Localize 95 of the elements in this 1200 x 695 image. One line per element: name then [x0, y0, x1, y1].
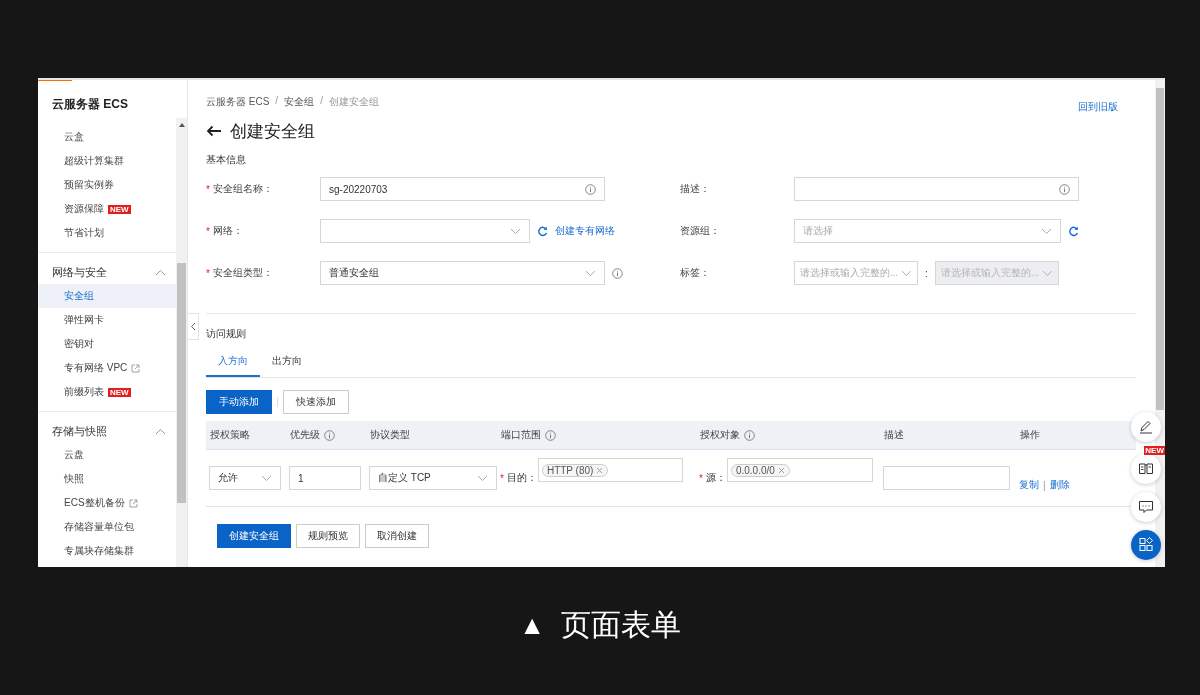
- breadcrumb-link[interactable]: 安全组: [284, 95, 315, 109]
- required-mark: *: [206, 183, 210, 195]
- select-field[interactable]: 普通安全组: [320, 261, 605, 285]
- chat-button[interactable]: [1131, 492, 1161, 522]
- new-badge: NEW: [108, 204, 131, 214]
- sidebar-item[interactable]: ECS整机备份: [38, 491, 176, 515]
- sidebar-group[interactable]: 存储与快照: [38, 419, 176, 443]
- sidebar-item[interactable]: 快照: [38, 467, 176, 491]
- breadcrumb-separator: /: [275, 95, 279, 108]
- book-button[interactable]: [1131, 454, 1161, 484]
- select-field[interactable]: [320, 219, 530, 243]
- column-header: 描述: [884, 428, 904, 442]
- select-field[interactable]: 自定义 TCP: [369, 466, 497, 490]
- required-mark: *: [699, 472, 703, 484]
- tag: 0.0.0.0/0: [730, 463, 790, 477]
- sidebar-item[interactable]: 超级计算集群: [38, 149, 176, 173]
- secondary-button[interactable]: 取消创建: [365, 524, 429, 548]
- sidebar-item[interactable]: 密钥对: [38, 332, 176, 356]
- column-header: 协议类型: [370, 428, 410, 442]
- triangle-icon: ▲: [519, 610, 545, 641]
- tag-input-field[interactable]: 0.0.0.0/0: [726, 458, 873, 482]
- sidebar-item[interactable]: 专属块存储集群: [38, 539, 176, 563]
- new-badge: NEW: [1144, 446, 1165, 455]
- sidebar-item[interactable]: 资源保障 NEW: [38, 197, 176, 221]
- field-label: 标签：: [680, 266, 710, 280]
- back-arrow-icon: [206, 125, 222, 137]
- sidebar-item[interactable]: 云盒: [38, 125, 176, 149]
- chat-icon: [1137, 498, 1155, 516]
- apps-icon: [1137, 536, 1155, 554]
- pencil-button[interactable]: [1131, 412, 1161, 442]
- tab[interactable]: 出方向: [260, 350, 314, 375]
- sidebar-item[interactable]: 安全组: [38, 284, 176, 308]
- new-badge: NEW: [108, 387, 131, 397]
- chevron-down-icon: [585, 269, 596, 277]
- section-heading: 访问规则: [206, 327, 247, 341]
- chevron-down-icon: [510, 227, 521, 235]
- sidebar-title: 云服务器 ECS: [51, 96, 129, 113]
- close-icon: [777, 466, 785, 474]
- column-header: 端口范围: [501, 428, 541, 442]
- sidebar-item[interactable]: 云盘: [38, 443, 176, 467]
- secondary-button[interactable]: 规则预览: [296, 524, 360, 548]
- scrollbar[interactable]: [176, 118, 187, 567]
- sidebar-item[interactable]: 节省计划: [38, 221, 176, 245]
- sidebar-item[interactable]: 专有网络 VPC: [38, 356, 176, 380]
- sidebar-item[interactable]: 弹性网卡: [38, 308, 176, 332]
- column-header: 授权对象: [700, 428, 740, 442]
- column-header: 授权策略: [210, 428, 250, 442]
- sidebar-item[interactable]: 存储容量单位包: [38, 515, 176, 539]
- sidebar-item[interactable]: 预留实例券: [38, 173, 176, 197]
- required-mark: *: [206, 225, 210, 237]
- apps-button[interactable]: [1131, 530, 1161, 560]
- pencil-icon: [1137, 418, 1155, 436]
- tag-input-field[interactable]: HTTP (80): [537, 458, 683, 482]
- chevron-down-icon: [1042, 269, 1053, 277]
- field-label: 目的：: [506, 471, 537, 485]
- sidebar-item[interactable]: 前缀列表 NEW: [38, 380, 176, 404]
- select-field[interactable]: 允许: [209, 466, 281, 490]
- chevron-down-icon: [901, 269, 912, 277]
- section-heading: 基本信息: [206, 153, 247, 167]
- column-header: 优先级: [290, 428, 320, 442]
- breadcrumb-link[interactable]: 云服务器 ECS: [206, 95, 270, 109]
- quick-add-button[interactable]: 快速添加: [283, 390, 349, 414]
- input-field[interactable]: [794, 177, 1079, 201]
- create-vpc-link[interactable]: 创建专有网络: [555, 224, 615, 238]
- chevron-down-icon: [477, 474, 488, 482]
- old-version-link[interactable]: 回到旧版: [1078, 100, 1118, 114]
- submit-button[interactable]: 创建安全组: [217, 524, 291, 548]
- field-label: 网络：: [212, 224, 243, 238]
- separator: |: [1043, 479, 1046, 491]
- column-header: 操作: [1020, 428, 1040, 442]
- chevron-down-icon: [261, 474, 272, 482]
- tab[interactable]: 入方向: [206, 350, 260, 377]
- priority-field[interactable]: 1: [289, 466, 361, 490]
- field-label: 安全组名称：: [212, 182, 273, 196]
- required-mark: *: [500, 472, 504, 484]
- page-title: 创建安全组: [230, 120, 315, 143]
- add-button[interactable]: 手动添加: [206, 390, 272, 414]
- action-link[interactable]: 复制: [1019, 478, 1039, 492]
- close-icon: [596, 466, 604, 474]
- tag: HTTP (80): [541, 463, 609, 477]
- field-label: 安全组类型：: [212, 266, 273, 280]
- caption: 页面表单: [560, 607, 681, 643]
- collapse-handle[interactable]: [188, 313, 199, 340]
- action-link[interactable]: 删除: [1049, 478, 1070, 492]
- breadcrumb-separator: /: [320, 95, 323, 108]
- chevron-down-icon: [1041, 227, 1052, 235]
- description-field[interactable]: [883, 466, 1010, 490]
- field-label: 资源组：: [680, 224, 720, 238]
- breadcrumb-current: 创建安全组: [328, 95, 379, 109]
- field-label: 描述：: [680, 182, 710, 196]
- required-mark: *: [206, 267, 210, 279]
- input-field[interactable]: sg-20220703: [320, 177, 605, 201]
- separator: :: [925, 267, 928, 279]
- sidebar-group[interactable]: 网络与安全: [38, 260, 176, 284]
- field-label: 源：: [705, 471, 726, 485]
